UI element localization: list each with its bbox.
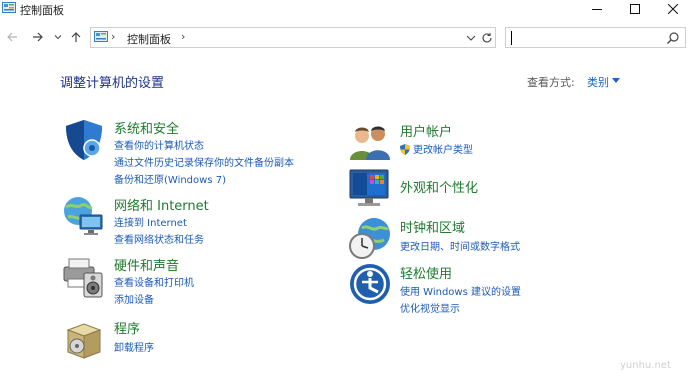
uac-shield-icon [400, 144, 410, 155]
search-input[interactable] [510, 29, 660, 46]
page-title: 调整计算机的设置 [60, 76, 165, 91]
link-backup-restore[interactable]: 备份和还原(Windows 7) [114, 171, 226, 186]
category-title[interactable]: 网络和 Internet [114, 195, 209, 214]
monitor-icon[interactable] [348, 166, 392, 210]
view-by-label: 查看方式: [527, 76, 575, 89]
clock-globe-icon[interactable] [348, 216, 392, 260]
chevron-down-icon [466, 35, 476, 41]
link-windows-recommended[interactable]: 使用 Windows 建议的设置 [400, 283, 521, 298]
link-date-time-format[interactable]: 更改日期、时间或数字格式 [400, 238, 520, 253]
breadcrumb-control-panel[interactable]: 控制面板 [127, 31, 171, 47]
link-view-computer-status[interactable]: 查看你的计算机状态 [114, 137, 204, 152]
address-bar[interactable]: › 控制面板 › [90, 27, 496, 48]
programs-box-icon[interactable] [62, 316, 106, 360]
link-change-account-type[interactable]: 更改帐户类型 [400, 141, 473, 156]
category-title[interactable]: 外观和个性化 [400, 177, 478, 196]
link-devices-printers[interactable]: 查看设备和打印机 [114, 274, 194, 289]
link-optimize-display[interactable]: 优化视觉显示 [400, 300, 460, 315]
printer-speaker-icon[interactable] [62, 255, 106, 299]
refresh-icon [482, 33, 492, 43]
up-button[interactable] [68, 29, 84, 45]
recent-locations-button[interactable] [50, 29, 66, 45]
title-bar: 控制面板 [0, 0, 696, 18]
link-network-status[interactable]: 查看网络状态和任务 [114, 231, 204, 246]
window-title: 控制面板 [20, 4, 64, 17]
view-by-dropdown[interactable]: 类别 [587, 74, 609, 90]
view-by-dropdown-arrow[interactable] [612, 78, 620, 83]
breadcrumb-separator[interactable]: › [181, 30, 185, 43]
search-icon[interactable] [666, 31, 680, 45]
refresh-button[interactable] [480, 30, 494, 46]
close-button[interactable] [658, 0, 688, 18]
link-label[interactable]: 更改帐户类型 [413, 145, 473, 156]
category-title[interactable]: 硬件和声音 [114, 255, 179, 274]
link-uninstall-program[interactable]: 卸载程序 [114, 339, 154, 354]
category-title[interactable]: 轻松使用 [400, 263, 452, 282]
link-connect-internet[interactable]: 连接到 Internet [114, 214, 187, 229]
maximize-button[interactable] [620, 0, 650, 18]
arrow-left-icon [7, 32, 17, 42]
arrow-right-icon [33, 32, 43, 42]
maximize-icon [630, 4, 640, 14]
link-add-device[interactable]: 添加设备 [114, 291, 154, 306]
ease-of-access-icon[interactable] [348, 262, 392, 306]
address-history-button[interactable] [465, 31, 477, 45]
back-button[interactable] [4, 29, 20, 45]
users-icon[interactable] [348, 120, 392, 164]
close-icon [668, 4, 678, 14]
shield-icon[interactable] [62, 118, 106, 162]
arrow-up-icon [71, 32, 81, 42]
minimize-icon [592, 9, 602, 10]
category-title[interactable]: 程序 [114, 318, 140, 337]
forward-button[interactable] [30, 29, 46, 45]
category-title[interactable]: 用户帐户 [400, 121, 452, 140]
chevron-down-icon [54, 35, 62, 40]
navigation-bar: › 控制面板 › [0, 24, 696, 52]
link-file-history[interactable]: 通过文件历史记录保存你的文件备份副本 [114, 154, 294, 169]
network-globe-icon[interactable] [62, 195, 106, 239]
text-cursor [511, 31, 512, 45]
minimize-button[interactable] [582, 0, 612, 18]
control-panel-icon [2, 2, 16, 13]
control-panel-icon [94, 31, 108, 42]
category-title[interactable]: 系统和安全 [114, 118, 179, 137]
category-title[interactable]: 时钟和区域 [400, 217, 465, 236]
watermark: yunhu.net [620, 360, 671, 371]
search-box[interactable] [505, 27, 686, 48]
breadcrumb-separator[interactable]: › [111, 30, 115, 43]
